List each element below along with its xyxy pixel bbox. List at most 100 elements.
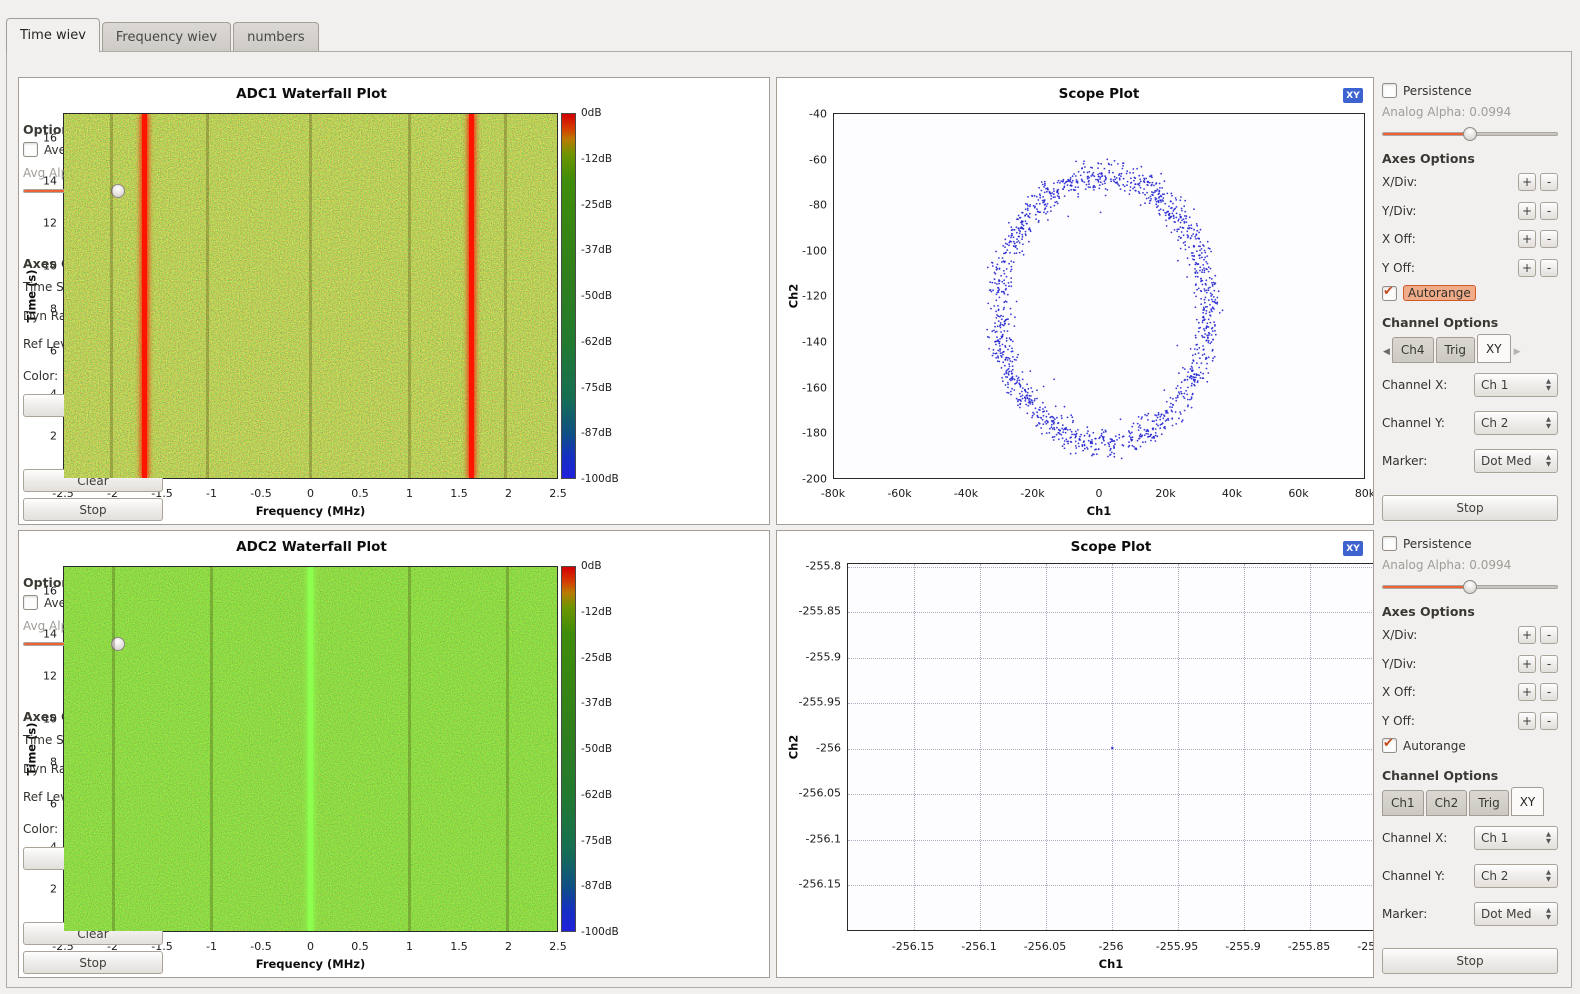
persistence-checkbox[interactable] <box>1382 83 1397 98</box>
faint-signal-line <box>506 567 509 931</box>
y-div-plus-button[interactable]: + <box>1518 655 1536 673</box>
y-off-row: Y Off: +- <box>1382 259 1558 277</box>
tick-label: 2.5 <box>549 940 567 953</box>
marker-select[interactable]: Dot Med ▲▼ <box>1474 449 1558 473</box>
tick-label: 0 <box>1096 487 1103 500</box>
channel-y-select[interactable]: Ch 2 ▲▼ <box>1474 864 1558 888</box>
analog-alpha-slider[interactable] <box>1382 127 1558 141</box>
autorange-checkbox[interactable] <box>1382 738 1397 753</box>
slider-knob[interactable] <box>1463 127 1477 141</box>
tick-label: -37dB <box>581 244 612 256</box>
tab-scroll-right-icon[interactable]: ▶ <box>1513 347 1523 363</box>
tick-label: -256.05 <box>799 787 841 800</box>
y-div-minus-button[interactable]: - <box>1540 202 1558 220</box>
x-div-minus-button[interactable]: - <box>1540 626 1558 644</box>
scope1-x-axis-label: Ch1 <box>833 504 1365 518</box>
faint-signal-line <box>112 567 115 931</box>
tick-label: -100dB <box>581 926 619 938</box>
channel-tab-trig[interactable]: Trig <box>1469 790 1508 816</box>
tick-label: -62dB <box>581 789 612 801</box>
persistence-checkbox[interactable] <box>1382 536 1397 551</box>
tab-numbers[interactable]: numbers <box>233 22 319 51</box>
scope-stop-button[interactable]: Stop <box>1382 948 1558 974</box>
autorange-row: Autorange <box>1382 738 1466 753</box>
tick-label: 0 <box>307 487 314 500</box>
scope1-title: Scope Plot <box>833 86 1365 102</box>
scope-stop-button[interactable]: Stop <box>1382 495 1558 521</box>
channel-tab-trig[interactable]: Trig <box>1436 337 1475 363</box>
channel-x-label: Channel X: <box>1382 378 1447 392</box>
tab-scroll-left-icon[interactable]: ◀ <box>1382 347 1392 363</box>
autorange-label: Autorange <box>1403 739 1466 753</box>
scope2-plot[interactable] <box>847 563 1374 931</box>
x-div-minus-button[interactable]: - <box>1540 173 1558 191</box>
y-off-plus-button[interactable]: + <box>1518 259 1536 277</box>
average-checkbox[interactable] <box>23 595 38 610</box>
marker-label: Marker: <box>1382 907 1427 921</box>
y-div-minus-button[interactable]: - <box>1540 655 1558 673</box>
tab-frequency-view[interactable]: Frequency wiev <box>102 22 231 51</box>
x-div-plus-button[interactable]: + <box>1518 626 1536 644</box>
slider-knob[interactable] <box>1463 580 1477 594</box>
marker-select[interactable]: Dot Med ▲▼ <box>1474 902 1558 926</box>
autorange-label: Autorange <box>1403 285 1476 301</box>
y-off-label: Y Off: <box>1382 714 1415 728</box>
tick-label: 1.5 <box>450 487 468 500</box>
x-off-minus-button[interactable]: - <box>1540 683 1558 701</box>
channel-tab-strip: Ch1 Ch2 Trig XY <box>1382 788 1560 816</box>
tick-label: -256.1 <box>961 940 996 953</box>
tick-label: -80 <box>809 199 827 212</box>
average-checkbox[interactable] <box>23 142 38 157</box>
x-off-label: X Off: <box>1382 685 1416 699</box>
tick-label: 40k <box>1222 487 1242 500</box>
y-off-label: Y Off: <box>1382 261 1415 275</box>
tick-label: 2 <box>50 883 57 896</box>
spin-arrows-icon: ▲▼ <box>1546 831 1551 845</box>
adc1-colorbar <box>561 113 576 479</box>
tick-label: 1 <box>406 487 413 500</box>
y-off-plus-button[interactable]: + <box>1518 712 1536 730</box>
xy-mode-badge: XY <box>1343 88 1363 103</box>
scope1-plot[interactable] <box>833 113 1365 479</box>
axes-options-header: Axes Options <box>1382 151 1475 166</box>
x-off-plus-button[interactable]: + <box>1518 683 1536 701</box>
persistence-row: Persistence <box>1382 536 1472 551</box>
waterfall-stop-button[interactable]: Stop <box>23 498 163 521</box>
analog-alpha-slider[interactable] <box>1382 580 1558 594</box>
channel-x-select[interactable]: Ch 1 ▲▼ <box>1474 373 1558 397</box>
channel-tab-xy[interactable]: XY <box>1477 334 1511 363</box>
waterfall-stop-button[interactable]: Stop <box>23 951 163 974</box>
channel-tab-ch1[interactable]: Ch1 <box>1382 790 1424 816</box>
channel-y-select[interactable]: Ch 2 ▲▼ <box>1474 411 1558 435</box>
spin-arrows-icon: ▲▼ <box>1546 454 1551 468</box>
channel-x-value: Ch 1 <box>1481 831 1508 845</box>
adc2-waterfall-title: ADC2 Waterfall Plot <box>63 539 560 555</box>
tab-time-view[interactable]: Time wiev <box>6 18 100 52</box>
channel-tab-xy[interactable]: XY <box>1511 787 1545 816</box>
x-div-plus-button[interactable]: + <box>1518 173 1536 191</box>
tick-label: 0.5 <box>351 940 369 953</box>
faint-signal-line <box>408 567 411 931</box>
tick-label: 0dB <box>581 107 602 119</box>
y-div-row: Y/Div: +- <box>1382 202 1558 220</box>
x-div-label: X/Div: <box>1382 175 1417 189</box>
y-off-minus-button[interactable]: - <box>1540 259 1558 277</box>
adc1-waterfall-plot[interactable] <box>63 113 558 479</box>
channel-tab-ch4[interactable]: Ch4 <box>1392 337 1434 363</box>
channel-tab-ch2[interactable]: Ch2 <box>1426 790 1468 816</box>
tick-label: -255.9 <box>1225 940 1260 953</box>
y-div-plus-button[interactable]: + <box>1518 202 1536 220</box>
x-off-minus-button[interactable]: - <box>1540 230 1558 248</box>
channel-y-value: Ch 2 <box>1481 416 1508 430</box>
adc2-waterfall-plot[interactable] <box>63 566 558 932</box>
faint-signal-line <box>210 567 213 931</box>
y-off-minus-button[interactable]: - <box>1540 712 1558 730</box>
autorange-checkbox[interactable] <box>1382 286 1397 301</box>
persistence-label: Persistence <box>1403 537 1472 551</box>
tick-label: -255.85 <box>799 605 841 618</box>
x-off-plus-button[interactable]: + <box>1518 230 1536 248</box>
tick-label: -12dB <box>581 153 612 165</box>
tick-label: -75dB <box>581 835 612 847</box>
application-window: Time wiev Frequency wiev numbers ADC1 Wa… <box>0 0 1580 994</box>
channel-x-select[interactable]: Ch 1 ▲▼ <box>1474 826 1558 850</box>
